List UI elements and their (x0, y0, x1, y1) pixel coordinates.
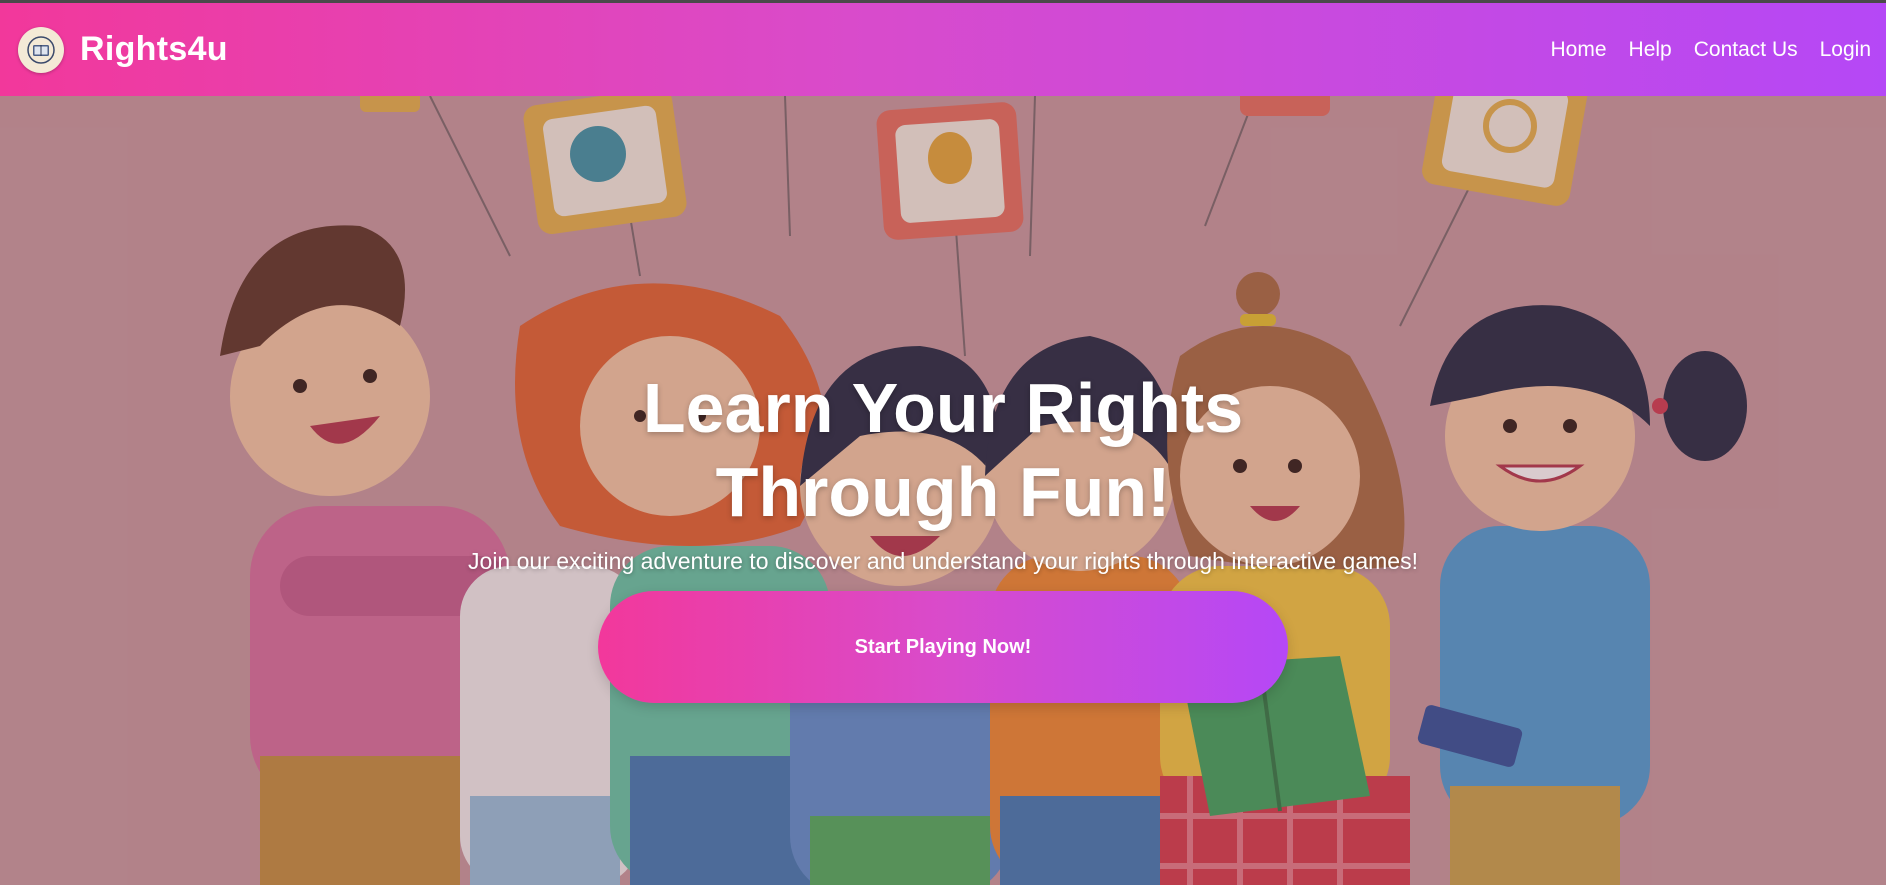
nav-link-login[interactable]: Login (1820, 38, 1871, 62)
nav-link-contact-us[interactable]: Contact Us (1694, 38, 1798, 62)
hero-section: Learn Your Rights Through Fun! Join our … (0, 96, 1886, 885)
hero-subtitle: Join our exciting adventure to discover … (468, 548, 1418, 574)
hero-title: Learn Your Rights Through Fun! (642, 369, 1244, 531)
brand[interactable]: Rights4u (18, 26, 228, 73)
nav-links: Home Help Contact Us Login (1551, 38, 1872, 62)
nav-link-home[interactable]: Home (1551, 38, 1607, 62)
brand-name[interactable]: Rights4u (80, 30, 228, 69)
nav-link-help[interactable]: Help (1629, 38, 1672, 62)
start-playing-button[interactable]: Start Playing Now! (598, 591, 1288, 703)
navbar: Rights4u Home Help Contact Us Login (0, 0, 1886, 96)
hero-content: Learn Your Rights Through Fun! Join our … (0, 366, 1886, 703)
book-emblem-icon[interactable] (18, 26, 64, 73)
